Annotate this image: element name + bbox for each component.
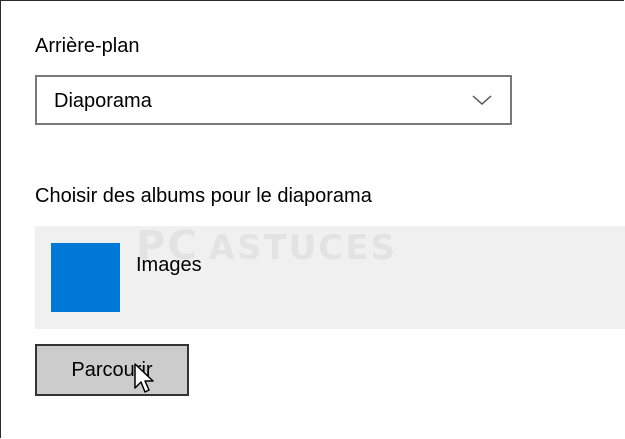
background-dropdown-value: Diaporama [54, 90, 152, 112]
settings-pane: Arrière-plan Diaporama Choisir des album… [0, 0, 625, 438]
album-item-images[interactable]: Images [35, 226, 625, 329]
chevron-down-icon [472, 95, 492, 106]
album-list: Images [35, 226, 625, 329]
album-thumbnail [51, 243, 120, 312]
background-label: Arrière-plan [35, 35, 140, 57]
background-dropdown[interactable]: Diaporama [35, 75, 512, 125]
album-name: Images [136, 254, 202, 276]
browse-button[interactable]: Parcourir [35, 344, 189, 396]
albums-label: Choisir des albums pour le diaporama [35, 185, 372, 207]
